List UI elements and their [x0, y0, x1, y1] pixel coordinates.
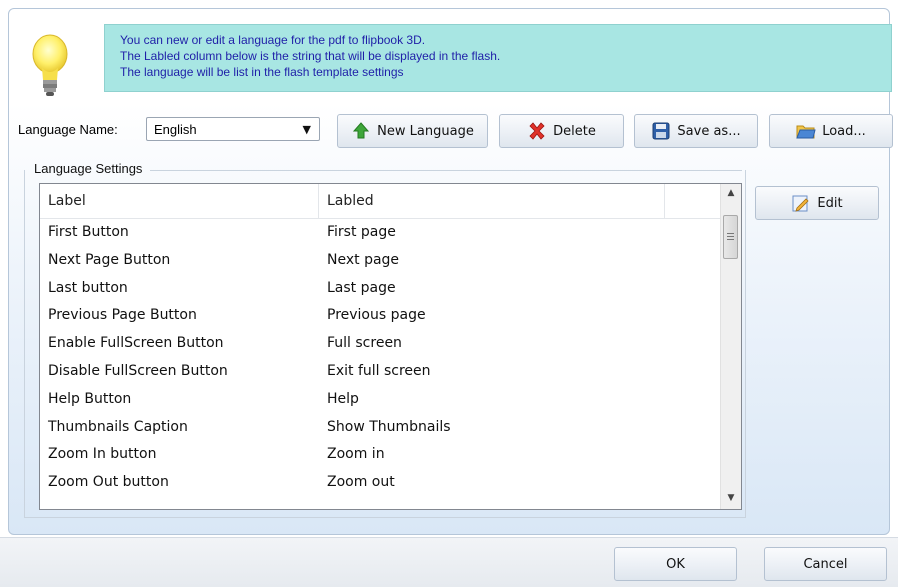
- table-row[interactable]: Help Button Help: [40, 386, 721, 414]
- cell-labled: Full screen: [327, 335, 402, 352]
- info-line-2: The Labled column below is the string th…: [120, 49, 501, 63]
- cell-label: Disable FullScreen Button: [48, 362, 228, 379]
- scroll-down-icon[interactable]: ▼: [721, 493, 741, 503]
- load-label: Load...: [822, 123, 866, 139]
- cell-labled: Last page: [327, 279, 396, 296]
- info-line-3: The language will be list in the flash t…: [120, 65, 404, 79]
- new-language-label: New Language: [377, 123, 474, 139]
- cell-labled: Zoom out: [327, 474, 395, 491]
- load-button[interactable]: Load...: [769, 114, 893, 148]
- table-header: Label Labled: [40, 184, 721, 219]
- cell-labled: First page: [327, 224, 396, 240]
- table-row[interactable]: Zoom In button Zoom in: [40, 441, 721, 469]
- cell-label: Zoom Out button: [48, 474, 169, 491]
- cell-labled: Previous page: [327, 307, 426, 324]
- table-row[interactable]: Last button Last page: [40, 275, 721, 303]
- language-name-label: Language Name:: [18, 122, 118, 137]
- cell-label: Help Button: [48, 390, 132, 407]
- cancel-label: Cancel: [803, 556, 848, 572]
- cell-labled: Show Thumbnails: [327, 418, 451, 435]
- cell-label: Last button: [48, 279, 128, 296]
- column-header-labled[interactable]: Labled: [319, 184, 665, 218]
- cell-label: First Button: [48, 224, 129, 240]
- table-row[interactable]: Thumbnails Caption Show Thumbnails: [40, 414, 721, 442]
- scroll-up-icon[interactable]: ▲: [721, 188, 741, 198]
- cancel-button[interactable]: Cancel: [764, 547, 887, 581]
- edit-button[interactable]: Edit: [755, 186, 879, 220]
- cell-label: Thumbnails Caption: [48, 418, 188, 435]
- cell-labled: Next page: [327, 251, 400, 268]
- language-select[interactable]: English ▼: [146, 117, 320, 141]
- table-rows: First Button First page Next Page Button Ne…: [40, 219, 721, 497]
- save-as-label: Save as...: [677, 123, 741, 139]
- table-row[interactable]: Previous Page Button Previous page: [40, 302, 721, 330]
- delete-button[interactable]: Delete: [499, 114, 624, 148]
- language-select-value: English: [154, 122, 197, 137]
- scroll-thumb[interactable]: [723, 215, 738, 259]
- cell-labled: Help: [327, 390, 359, 407]
- table-row[interactable]: Zoom Out button Zoom out: [40, 469, 721, 497]
- new-language-button[interactable]: New Language: [337, 114, 488, 148]
- edit-pencil-icon: [792, 195, 809, 212]
- dropdown-arrow-icon[interactable]: ▼: [303, 123, 311, 136]
- lightbulb-icon: [32, 34, 68, 96]
- table-row[interactable]: Disable FullScreen Button Exit full scree…: [40, 358, 721, 386]
- cell-label: Previous Page Button: [48, 307, 197, 324]
- cell-label: Next Page Button: [48, 251, 171, 268]
- red-x-icon: [529, 122, 545, 140]
- info-line-1: You can new or edit a language for the p…: [120, 33, 426, 47]
- cell-label: Enable FullScreen Button: [48, 335, 224, 352]
- info-banner: You can new or edit a language for the p…: [104, 24, 892, 92]
- vertical-scrollbar[interactable]: ▲ ▼: [720, 184, 741, 509]
- column-header-label[interactable]: Label: [40, 184, 319, 218]
- delete-label: Delete: [553, 123, 596, 139]
- table-row[interactable]: First Button First page: [40, 219, 721, 247]
- language-settings-table[interactable]: Label Labled First Button First page Next …: [39, 183, 742, 510]
- table-row[interactable]: Enable FullScreen Button Full screen: [40, 330, 721, 358]
- cell-labled: Exit full screen: [327, 362, 431, 379]
- ok-label: OK: [666, 556, 685, 572]
- cell-label: Zoom In button: [48, 446, 157, 463]
- floppy-disk-icon: [652, 122, 670, 140]
- cell-labled: Zoom in: [327, 446, 385, 463]
- table-row[interactable]: Next Page Button Next page: [40, 247, 721, 275]
- open-folder-icon: [796, 125, 816, 139]
- save-as-button[interactable]: Save as...: [634, 114, 758, 148]
- edit-label: Edit: [817, 195, 843, 211]
- ok-button[interactable]: OK: [614, 547, 737, 581]
- green-up-arrow-icon: [353, 122, 370, 139]
